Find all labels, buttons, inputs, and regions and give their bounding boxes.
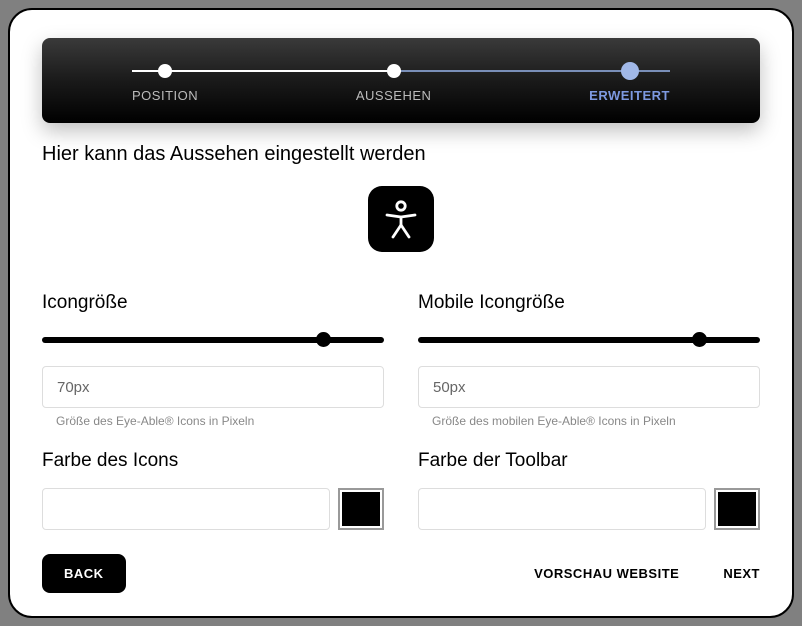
mobile-icon-size-input[interactable]	[418, 366, 760, 408]
field-icon-color: Farbe des Icons	[42, 450, 384, 530]
slider-track	[42, 337, 384, 343]
field-label: Farbe der Toolbar	[418, 450, 760, 472]
field-label: Mobile Icongröße	[418, 292, 760, 314]
step-dot	[158, 64, 172, 78]
stepper: POSITION AUSSEHEN ERWEITERT	[42, 38, 760, 123]
field-label: Icongröße	[42, 292, 384, 314]
slider-thumb[interactable]	[692, 332, 707, 347]
toolbar-color-swatch[interactable]	[714, 488, 760, 530]
field-helper: Größe des mobilen Eye-Able® Icons in Pix…	[418, 414, 760, 428]
step-dot-active	[621, 62, 639, 80]
step-label: POSITION	[132, 88, 198, 103]
slider-track	[418, 337, 760, 343]
mobile-icon-size-slider[interactable]	[418, 330, 760, 348]
settings-dialog: POSITION AUSSEHEN ERWEITERT Hier kann da…	[8, 8, 794, 618]
form-grid: Icongröße Größe des Eye-Able® Icons in P…	[42, 292, 760, 530]
toolbar-color-input[interactable]	[418, 488, 706, 530]
accessibility-icon	[379, 197, 423, 241]
preview-website-button[interactable]: VORSCHAU WEBSITE	[534, 566, 679, 581]
icon-preview-box	[368, 186, 434, 252]
icon-size-slider[interactable]	[42, 330, 384, 348]
step-erweitert[interactable]: ERWEITERT	[589, 64, 670, 103]
step-aussehen[interactable]: AUSSEHEN	[356, 64, 432, 103]
icon-color-swatch[interactable]	[338, 488, 384, 530]
step-label: AUSSEHEN	[356, 88, 432, 103]
page-subtitle: Hier kann das Aussehen eingestellt werde…	[42, 143, 760, 166]
field-helper: Größe des Eye-Able® Icons in Pixeln	[42, 414, 384, 428]
field-toolbar-color: Farbe der Toolbar	[418, 450, 760, 530]
next-button[interactable]: NEXT	[723, 566, 760, 581]
field-mobile-icon-size: Mobile Icongröße Größe des mobilen Eye-A…	[418, 292, 760, 428]
back-button[interactable]: BACK	[42, 554, 126, 593]
dialog-footer: BACK VORSCHAU WEBSITE NEXT	[42, 554, 760, 593]
icon-size-input[interactable]	[42, 366, 384, 408]
field-icon-size: Icongröße Größe des Eye-Able® Icons in P…	[42, 292, 384, 428]
field-label: Farbe des Icons	[42, 450, 384, 472]
step-dot	[387, 64, 401, 78]
slider-thumb[interactable]	[316, 332, 331, 347]
icon-preview	[42, 186, 760, 252]
step-position[interactable]: POSITION	[132, 64, 198, 103]
icon-color-input[interactable]	[42, 488, 330, 530]
footer-right: VORSCHAU WEBSITE NEXT	[534, 566, 760, 581]
step-label: ERWEITERT	[589, 88, 670, 103]
